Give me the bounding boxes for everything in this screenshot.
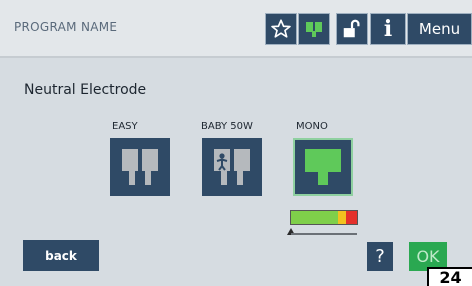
- option-baby-button[interactable]: [202, 138, 262, 196]
- option-label-mono: MONO: [296, 121, 328, 132]
- program-name: PROGRAM NAME: [14, 20, 118, 34]
- grid-icon: [306, 22, 322, 37]
- figure-number-label: 24: [427, 267, 472, 286]
- help-button[interactable]: ?: [367, 242, 393, 271]
- menu-button-label: Menu: [418, 20, 461, 38]
- lock-button[interactable]: [336, 13, 368, 45]
- meter-yellow-segment: [338, 211, 346, 224]
- page-title: Neutral Electrode: [24, 82, 147, 98]
- meter-axis-line: [291, 233, 357, 235]
- ok-button-label: OK: [416, 247, 440, 266]
- option-label-easy: EASY: [112, 121, 138, 132]
- screen: PROGRAM NAME i Menu Neutral Electrode EA…: [0, 0, 472, 286]
- meter-green-segment: [291, 211, 338, 224]
- option-label-baby: BABY 50W: [201, 121, 253, 132]
- header-bar: PROGRAM NAME i Menu: [0, 0, 472, 58]
- help-icon: ?: [375, 246, 385, 267]
- back-button-label: back: [45, 248, 77, 263]
- back-button[interactable]: back: [23, 240, 99, 271]
- info-icon: i: [383, 16, 393, 42]
- option-easy-button[interactable]: [110, 138, 170, 196]
- split-electrode-icon: [122, 149, 158, 185]
- baby-electrode-icon: [214, 149, 250, 185]
- option-mono-button[interactable]: [293, 138, 353, 196]
- electrode-view-button[interactable]: [298, 13, 330, 45]
- star-icon: [271, 19, 291, 38]
- level-meter: [290, 210, 358, 225]
- meter-red-segment: [346, 211, 357, 224]
- info-button[interactable]: i: [370, 13, 406, 45]
- menu-button[interactable]: Menu: [407, 13, 472, 45]
- mono-electrode-icon: [305, 149, 341, 185]
- lock-icon: [343, 19, 360, 38]
- favorite-button[interactable]: [265, 13, 297, 45]
